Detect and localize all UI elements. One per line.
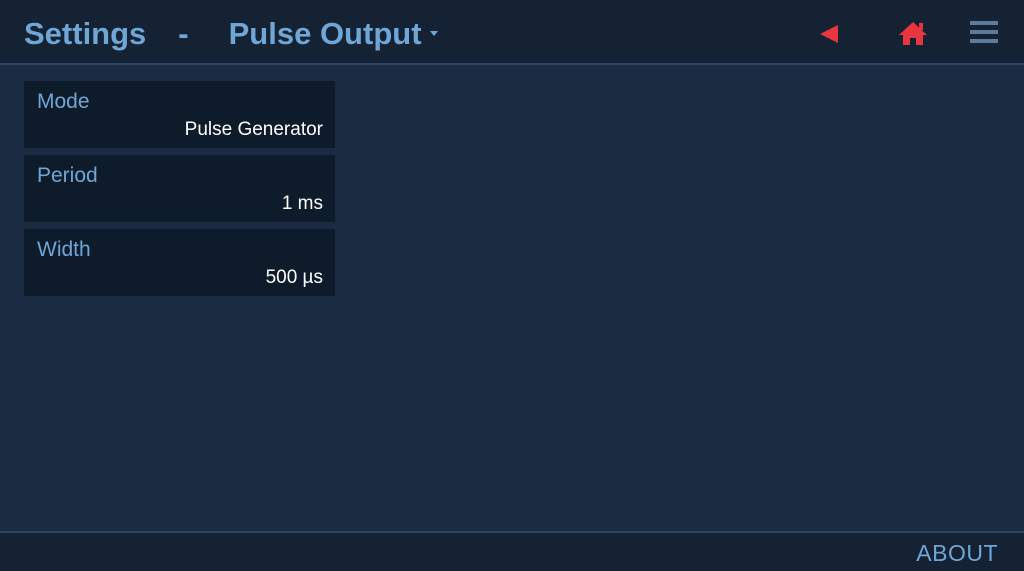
title-text: Settings xyxy=(24,16,147,51)
title-separator: - xyxy=(178,16,189,51)
setting-value: 500 µs xyxy=(265,267,323,288)
settings-list: Mode Pulse Generator Period 1 ms Width 5… xyxy=(24,81,335,303)
home-button[interactable] xyxy=(895,14,931,50)
setting-value: 1 ms xyxy=(281,193,323,214)
setting-label: Width xyxy=(37,238,91,261)
header-bar: Settings - Pulse Output xyxy=(0,0,1024,65)
back-button[interactable] xyxy=(812,14,848,50)
about-button[interactable]: ABOUT xyxy=(916,540,998,567)
menu-button[interactable] xyxy=(966,14,1002,50)
setting-mode[interactable]: Mode Pulse Generator xyxy=(24,81,335,148)
section-label: Pulse Output xyxy=(228,16,422,51)
setting-width[interactable]: Width 500 µs xyxy=(24,229,335,296)
home-icon xyxy=(899,22,927,45)
page-title: Settings - Pulse Output xyxy=(24,14,438,54)
chevron-down-icon xyxy=(429,31,438,37)
back-arrow-icon xyxy=(820,25,838,43)
hamburger-menu-icon xyxy=(970,21,998,43)
setting-value: Pulse Generator xyxy=(184,119,323,140)
setting-label: Mode xyxy=(37,90,90,113)
section-dropdown[interactable]: Pulse Output xyxy=(229,16,438,51)
setting-label: Period xyxy=(37,164,98,187)
footer-bar: ABOUT xyxy=(0,531,1024,571)
setting-period[interactable]: Period 1 ms xyxy=(24,155,335,222)
